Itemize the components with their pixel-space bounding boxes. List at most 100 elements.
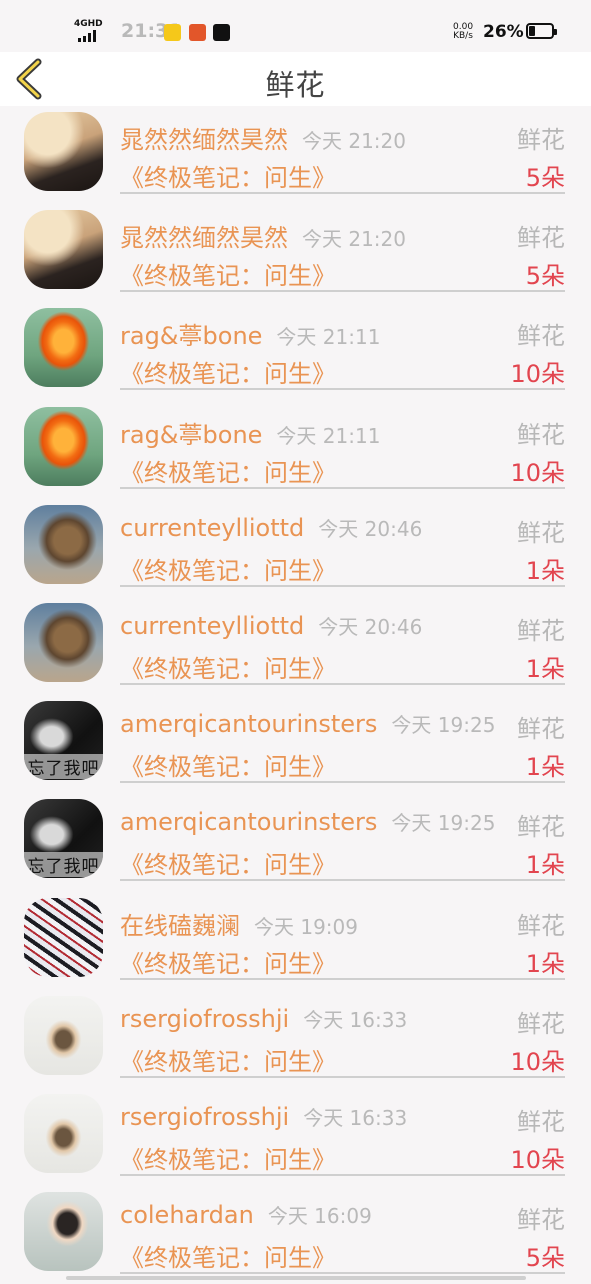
gift-time: 今天 20:46 — [318, 516, 423, 541]
user-name[interactable]: amerqicantourinsters 今天 19:25 — [120, 807, 495, 836]
user-name-text: amerqicantourinsters — [120, 808, 378, 837]
book-title[interactable]: 《终极笔记：问生》 — [120, 944, 336, 979]
divider — [120, 879, 565, 882]
user-name-text: rsergiofrosshji — [120, 1004, 290, 1033]
list-item[interactable]: rag&葶bone 今天 21:11 鲜花 《终极笔记：问生》 10朵 — [0, 401, 591, 499]
avatar[interactable]: 忘了我吧 — [24, 799, 103, 879]
list-item[interactable]: currenteylliottd 今天 20:46 鲜花 《终极笔记：问生》 1朵 — [0, 597, 591, 695]
user-name[interactable]: 在线磕巍澜 今天 19:09 — [120, 906, 358, 941]
avatar[interactable] — [24, 1093, 103, 1173]
gift-type: 鲜花 — [517, 715, 565, 744]
gift-time: 今天 16:09 — [267, 1204, 372, 1229]
book-title[interactable]: 《终极笔记：问生》 — [120, 256, 336, 291]
divider — [120, 977, 565, 980]
nav-header: 鲜花 — [0, 52, 591, 106]
book-title[interactable]: 《终极笔记：问生》 — [120, 1140, 336, 1175]
avatar[interactable] — [24, 406, 103, 486]
gift-type: 鲜花 — [517, 911, 565, 940]
user-name-text: amerqicantourinsters — [120, 710, 378, 739]
user-name-text: 晁然然缅然昊然 — [120, 224, 288, 253]
avatar[interactable] — [24, 1192, 103, 1272]
avatar-caption: 忘了我吧 — [24, 852, 103, 878]
user-name[interactable]: rsergiofrosshji 今天 16:33 — [120, 1004, 407, 1033]
user-name[interactable]: rag&葶bone 今天 21:11 — [120, 316, 380, 351]
list-item[interactable]: 忘了我吧 amerqicantourinsters 今天 19:25 鲜花《终极笔记：… — [0, 793, 591, 891]
list-item[interactable]: rsergiofrosshji 今天 16:33 鲜花 《终极笔记：问生》 10朵 — [0, 1088, 591, 1186]
capcut-icon — [213, 24, 230, 41]
avatar[interactable]: 忘了我吧 — [24, 701, 103, 781]
gift-time: 今天 16:33 — [303, 1007, 408, 1032]
list-item[interactable]: 忘了我吧 amerqicantourinsters 今天 19:25 鲜花《终极笔记：… — [0, 695, 591, 793]
network-speed: 0.00 KB/s — [453, 23, 473, 41]
avatar[interactable] — [24, 602, 103, 682]
user-name-text: rag&葶bone — [120, 322, 263, 351]
user-name[interactable]: currenteylliottd 今天 20:46 — [120, 611, 422, 640]
list-item[interactable]: colehardan 今天 16:09 鲜花 《终极笔记：问生》 5朵 — [0, 1186, 591, 1284]
book-title[interactable]: 《终极笔记：问生》 — [120, 845, 336, 880]
user-name[interactable]: rag&葶bone 今天 21:11 — [120, 415, 380, 450]
app-notification-icon — [164, 24, 181, 41]
list-item[interactable]: 晁然然缅然昊然 今天 21:20 鲜花 《终极笔记：问生》 5朵 — [0, 106, 591, 204]
gift-type: 鲜花 — [517, 518, 565, 547]
list-item[interactable]: currenteylliottd 今天 20:46 鲜花《终极笔记：问生》 1朵 — [0, 499, 591, 597]
gift-count: 1朵 — [525, 753, 565, 782]
book-title[interactable]: 《终极笔记：问生》 — [120, 551, 336, 586]
gift-time: 今天 19:09 — [254, 914, 358, 939]
book-title[interactable]: 《终极笔记：问生》 — [120, 453, 336, 488]
user-name[interactable]: colehardan 今天 16:09 — [120, 1200, 372, 1229]
user-name[interactable]: rsergiofrosshji 今天 16:33 — [120, 1102, 407, 1131]
gift-type: 鲜花 — [517, 322, 565, 351]
flower-gift-list: 晁然然缅然昊然 今天 21:20 鲜花 《终极笔记：问生》 5朵 晁然然缅然昊然 今天 21… — [0, 106, 591, 1284]
divider — [120, 1272, 565, 1275]
gift-type: 鲜花 — [517, 813, 565, 842]
gift-count: 1朵 — [525, 949, 565, 978]
divider — [120, 682, 565, 685]
user-name-text: rag&葶bone — [120, 420, 263, 449]
user-name[interactable]: currenteylliottd 今天 20:46 — [120, 513, 422, 542]
book-title[interactable]: 《终极笔记：问生》 — [120, 747, 336, 782]
book-title[interactable]: 《终极笔记：问生》 — [120, 1238, 336, 1273]
user-name[interactable]: 晁然然缅然昊然 今天 21:20 — [120, 120, 406, 155]
scroll-indicator — [66, 1276, 526, 1280]
user-name-text: currenteylliottd — [120, 513, 305, 542]
gift-time: 今天 19:25 — [391, 811, 496, 836]
avatar[interactable] — [24, 112, 103, 191]
gift-time: 今天 21:11 — [276, 325, 381, 350]
network-type: 4GHD — [74, 19, 103, 29]
divider — [120, 1075, 565, 1078]
user-name-text: currenteylliottd — [120, 611, 305, 640]
battery-icon — [526, 23, 557, 39]
avatar[interactable] — [24, 897, 103, 977]
gift-count: 1朵 — [525, 556, 565, 585]
divider — [120, 192, 565, 194]
gift-time: 今天 20:46 — [318, 614, 423, 639]
list-item[interactable]: rsergiofrosshji 今天 16:33 鲜花 《终极笔记：问生》 10朵 — [0, 990, 591, 1088]
gift-type: 鲜花 — [517, 224, 565, 253]
user-name-text: colehardan — [120, 1201, 254, 1230]
user-name-text: rsergiofrosshji — [120, 1102, 290, 1131]
user-name[interactable]: amerqicantourinsters 今天 19:25 — [120, 709, 495, 738]
gift-count: 10朵 — [510, 360, 565, 389]
list-item[interactable]: 在线磕巍澜 今天 19:09 鲜花《终极笔记：问生》 1朵 — [0, 892, 591, 990]
book-title[interactable]: 《终极笔记：问生》 — [120, 649, 336, 684]
gift-count: 5朵 — [525, 164, 565, 192]
user-name[interactable]: 晁然然缅然昊然 今天 21:20 — [120, 218, 406, 253]
book-title[interactable]: 《终极笔记：问生》 — [120, 354, 336, 389]
list-item[interactable]: 晁然然缅然昊然 今天 21:20 鲜花《终极笔记：问生》 5朵 — [0, 204, 591, 302]
gift-count: 10朵 — [510, 458, 565, 487]
gift-time: 今天 19:25 — [391, 713, 496, 738]
divider — [120, 584, 565, 587]
gift-count: 10朵 — [510, 1047, 565, 1076]
book-title[interactable]: 《终极笔记：问生》 — [120, 1042, 336, 1077]
avatar[interactable] — [24, 504, 103, 584]
gift-time: 今天 21:20 — [302, 227, 406, 252]
avatar[interactable] — [24, 210, 103, 290]
avatar[interactable] — [24, 308, 103, 388]
gift-count: 1朵 — [525, 654, 565, 683]
gift-count: 5朵 — [525, 262, 565, 291]
list-item[interactable]: rag&葶bone 今天 21:11 鲜花《终极笔记：问生》 10朵 — [0, 302, 591, 400]
avatar[interactable] — [24, 995, 103, 1075]
user-name-text: 在线磕巍澜 — [120, 911, 240, 940]
avatar-caption: 忘了我吧 — [24, 754, 103, 780]
book-title[interactable]: 《终极笔记：问生》 — [120, 158, 336, 193]
